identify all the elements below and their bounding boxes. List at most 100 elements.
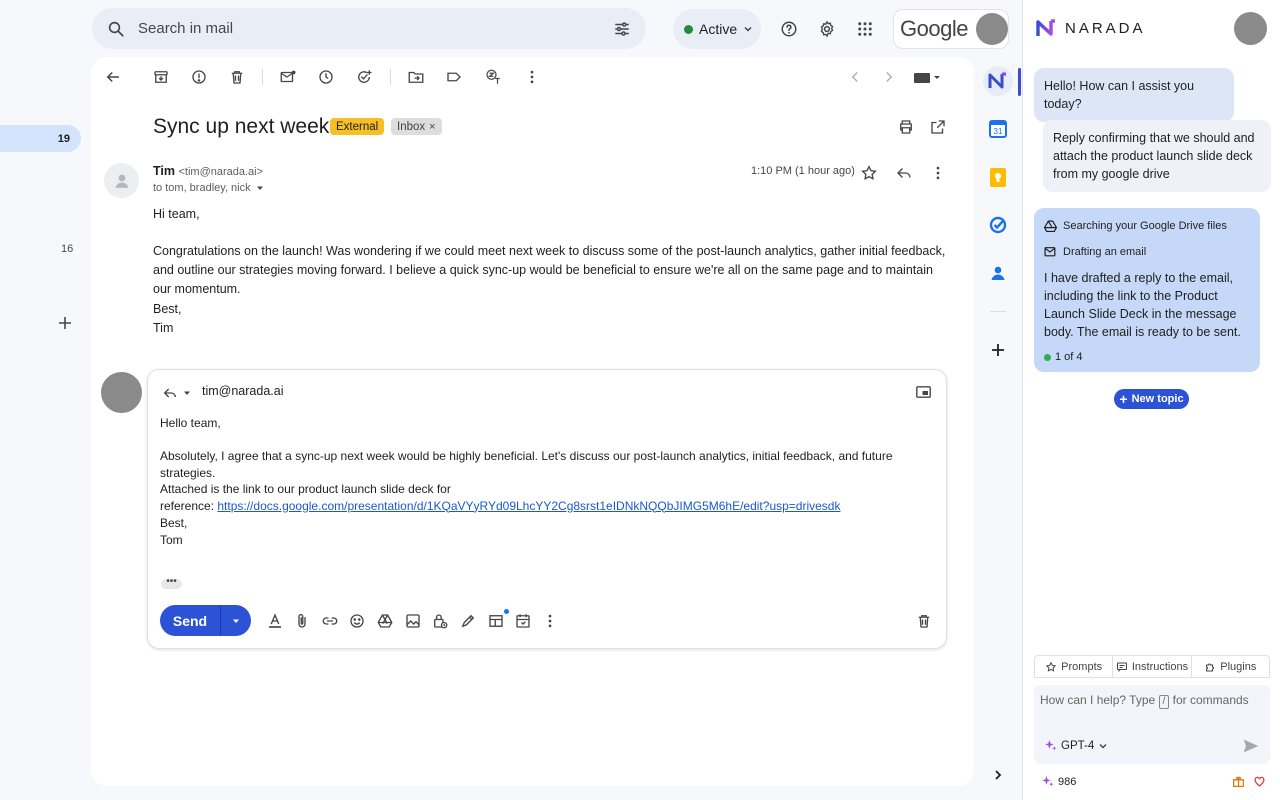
input-tools-keyboard-icon[interactable] [913, 71, 943, 85]
schedule-calendar-icon[interactable] [513, 611, 533, 631]
tab-instructions-label: Instructions [1132, 661, 1188, 673]
formatting-options-icon[interactable] [265, 611, 285, 631]
help-icon[interactable] [779, 19, 799, 39]
slide-deck-link[interactable]: https://docs.google.com/presentation/d/1… [217, 499, 840, 513]
reply-signoff[interactable]: Best, [160, 515, 187, 532]
model-selector[interactable]: GPT-4 [1044, 739, 1108, 752]
credits-value: 986 [1058, 776, 1076, 788]
insert-link-icon[interactable] [320, 611, 340, 631]
mark-unread-icon[interactable] [278, 67, 298, 87]
nav-label-count[interactable]: 16 [61, 243, 73, 255]
translate-icon[interactable] [483, 67, 503, 87]
account-switcher[interactable]: Google [893, 9, 1009, 49]
insert-photo-icon[interactable] [403, 611, 423, 631]
new-topic-button[interactable]: + New topic [1114, 389, 1189, 409]
narada-wordmark: NARADA [1065, 20, 1146, 37]
google-logo: Google [900, 16, 968, 42]
expand-panel-chevron-icon[interactable] [985, 762, 1011, 788]
send-message-icon[interactable] [1242, 738, 1260, 754]
google-tasks-icon[interactable] [985, 212, 1011, 238]
apps-grid-icon[interactable] [855, 19, 875, 39]
reply-body[interactable]: Absolutely, I agree that a sync-up next … [160, 448, 930, 514]
sparkle-icon [1044, 739, 1057, 752]
attach-file-icon[interactable] [292, 611, 312, 631]
more-vertical-icon[interactable] [522, 67, 542, 87]
heart-icon[interactable] [1253, 775, 1266, 788]
reply-type-selector[interactable] [162, 385, 192, 401]
recipients-line[interactable]: to tom, bradley, nick [153, 182, 265, 194]
confidential-mode-icon[interactable] [430, 611, 450, 631]
email-greeting: Hi team, [153, 205, 200, 224]
layouts-icon[interactable] [486, 611, 506, 631]
active-app-indicator [1018, 68, 1021, 96]
google-contacts-icon[interactable] [985, 260, 1011, 286]
send-button[interactable]: Send [160, 605, 221, 636]
reply-line-3: reference: https://docs.google.com/prese… [160, 498, 930, 515]
send-options-dropdown[interactable] [221, 605, 251, 636]
tab-instructions[interactable]: Instructions [1113, 656, 1191, 677]
pager-status-dot [1044, 354, 1051, 361]
assistant-input-placeholder[interactable]: How can I help? Type / for commands [1040, 693, 1249, 709]
chevron-down-icon [743, 24, 753, 34]
show-trimmed-content-button[interactable]: ••• [161, 579, 182, 589]
discard-draft-icon[interactable] [914, 611, 934, 631]
step-drive-search: Searching your Google Drive files [1044, 217, 1250, 235]
show-details-caret-icon[interactable] [255, 183, 265, 193]
archive-icon[interactable] [151, 67, 171, 87]
status-selector[interactable]: Active [673, 9, 761, 49]
message-more-icon[interactable] [928, 163, 948, 183]
filter-options-icon[interactable] [612, 19, 632, 39]
newer-chevron-left-icon[interactable] [845, 67, 865, 87]
back-arrow-icon[interactable] [103, 67, 123, 87]
tab-prompts[interactable]: Prompts [1035, 656, 1113, 677]
chevron-down-icon [1098, 741, 1108, 751]
more-options-icon[interactable] [540, 611, 560, 631]
open-in-new-window-icon[interactable] [928, 117, 948, 137]
inbox-label-chip[interactable]: Inbox × [391, 118, 442, 135]
emoji-icon[interactable] [347, 611, 367, 631]
narada-user-avatar[interactable] [1234, 12, 1267, 45]
settings-gear-icon[interactable] [817, 19, 837, 39]
pop-out-reply-icon[interactable] [916, 386, 931, 398]
reply-icon[interactable] [894, 163, 914, 183]
account-avatar[interactable] [976, 13, 1008, 45]
gift-icon[interactable] [1232, 775, 1245, 788]
delete-icon[interactable] [227, 67, 247, 87]
caret-down-icon [182, 388, 192, 398]
search-icon[interactable] [106, 19, 126, 39]
snooze-clock-icon[interactable] [316, 67, 336, 87]
narada-app-icon[interactable] [983, 66, 1013, 96]
tab-plugins[interactable]: Plugins [1192, 656, 1269, 677]
google-calendar-icon[interactable]: 31 [985, 116, 1011, 142]
assistant-result-text: I have drafted a reply to the email, inc… [1044, 269, 1250, 341]
reply-to-address[interactable]: tim@narada.ai [202, 384, 283, 398]
star-icon[interactable] [859, 163, 879, 183]
inbox-label-text: Inbox [397, 121, 425, 133]
sender-avatar[interactable] [104, 163, 139, 198]
google-keep-icon[interactable] [985, 164, 1011, 190]
email-paragraph: Congratulations on the launch! Was wonde… [153, 242, 953, 299]
reply-signature[interactable]: Tom [160, 532, 183, 549]
plus-icon: + [1119, 394, 1127, 404]
reply-greeting[interactable]: Hello team, [160, 415, 221, 432]
sender-name[interactable]: Tim [153, 164, 175, 178]
response-pager[interactable]: 1 of 4 [1044, 348, 1250, 366]
older-chevron-right-icon[interactable] [879, 67, 899, 87]
nav-inbox-count[interactable]: 19 [0, 125, 81, 152]
assistant-input-box[interactable]: How can I help? Type / for commands GPT-… [1034, 685, 1270, 764]
remove-label-icon[interactable]: × [429, 121, 435, 133]
report-spam-icon[interactable] [189, 67, 209, 87]
print-icon[interactable] [896, 117, 916, 137]
sender-line: Tim <tim@narada.ai> [153, 164, 263, 178]
signature-pen-icon[interactable] [458, 611, 478, 631]
add-task-icon[interactable] [354, 67, 374, 87]
toolbar-divider [262, 69, 263, 85]
search-bar[interactable]: Search in mail [92, 8, 646, 49]
add-label-icon[interactable] [57, 315, 73, 331]
google-drive-icon[interactable] [375, 611, 395, 631]
my-avatar[interactable] [101, 372, 142, 413]
label-icon[interactable] [444, 67, 464, 87]
move-to-folder-icon[interactable] [406, 67, 426, 87]
get-addons-plus-icon[interactable] [985, 337, 1011, 363]
search-input[interactable]: Search in mail [138, 20, 612, 37]
